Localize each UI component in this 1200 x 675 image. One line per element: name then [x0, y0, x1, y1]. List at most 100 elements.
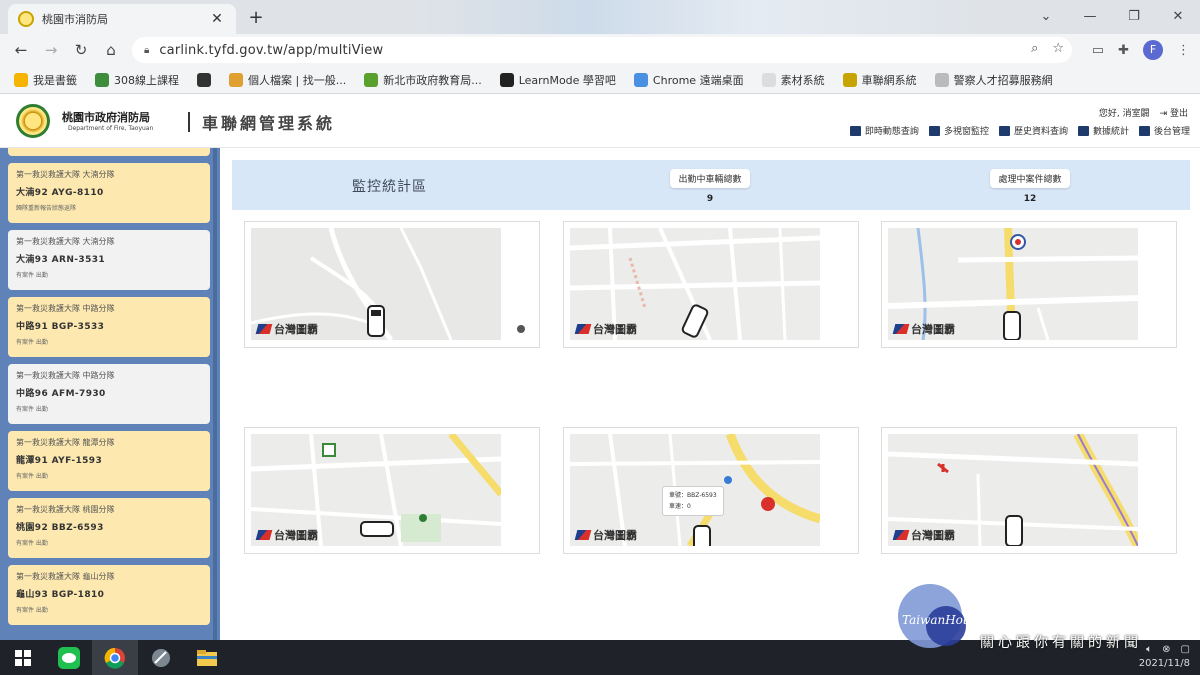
- notification-icon[interactable]: ▢: [1181, 644, 1190, 655]
- map-view-3[interactable]: 台灣圖霸: [881, 221, 1177, 348]
- tab-search-icon[interactable]: ⌄: [1024, 0, 1068, 34]
- vehicle-unit: 第一救災救護大隊 大湳分隊: [16, 170, 115, 179]
- bookmark-favicon-icon: [95, 72, 109, 87]
- stat-dispatched-value: 9: [706, 194, 714, 204]
- vehicle-unit: 第一救災救護大隊 大湳分隊: [16, 237, 115, 246]
- vehicle-status: 有案件 出勤: [16, 272, 48, 279]
- map-view-5[interactable]: 車號：BBZ-6593 車速：0 台灣圖霸: [563, 427, 859, 554]
- vehicle-plate: 中路96 AFM-7930: [16, 389, 106, 399]
- bookmark-item[interactable]: [197, 72, 211, 87]
- sidebar-scrollbar[interactable]: [213, 148, 217, 640]
- back-icon[interactable]: ←: [6, 41, 36, 59]
- bookmark-favicon-icon: [499, 72, 514, 87]
- bookmark-item[interactable]: Chrome 遠端桌面: [633, 72, 744, 88]
- vehicle-card[interactable]: 第一救災救護大隊 大湳分隊 大湳93 ARN-3531 有案件 出勤: [8, 230, 210, 290]
- bookmark-favicon-icon: [197, 72, 211, 87]
- bookmark-label: 素材系統: [780, 73, 825, 87]
- bookmark-item[interactable]: 素材系統: [761, 72, 825, 88]
- network-icon[interactable]: ⊗: [1162, 644, 1170, 655]
- map-brand-label: 台灣圖霸: [593, 323, 637, 336]
- taskbar-file-explorer[interactable]: [184, 640, 230, 675]
- vehicle-card[interactable]: 第一救災救護大隊 龍潭分隊 龍潭91 AYF-1593 有案件 出勤: [8, 431, 210, 491]
- map-brand: 台灣圖霸: [892, 321, 955, 337]
- vehicle-card[interactable]: 第一救災救護大隊 中路分隊 中路96 AFM-7930 有案件 出勤: [8, 364, 210, 424]
- home-icon[interactable]: ⌂: [96, 41, 126, 59]
- start-button[interactable]: [0, 640, 46, 675]
- bookmark-item[interactable]: LearnMode 學習吧: [499, 72, 616, 88]
- brand-logo-icon: [574, 530, 592, 540]
- vehicle-card[interactable]: 第一救災救護大隊 大湳分隊 大湳92 AYG-8110 歸隊重新報告狀態返隊: [8, 163, 210, 223]
- taskbar-chrome-app[interactable]: [92, 640, 138, 675]
- menu-item-2[interactable]: 多視窗監控: [928, 124, 989, 137]
- menu-item-4[interactable]: 數據統計: [1077, 124, 1129, 137]
- cast-icon[interactable]: ▭: [1092, 43, 1104, 58]
- reload-icon[interactable]: ↻: [66, 41, 96, 59]
- close-window-button[interactable]: ✕: [1156, 0, 1200, 34]
- vehicle-status: 歸隊重新報告狀態返隊: [16, 205, 77, 212]
- bookmark-item[interactable]: 個人檔案 | 找一般...: [229, 72, 346, 88]
- new-tab-button[interactable]: +: [244, 7, 268, 29]
- lock-icon[interactable]: 🔒︎: [144, 45, 149, 56]
- browser-tab[interactable]: 桃園市消防局 ✕: [8, 4, 236, 34]
- bookmark-item[interactable]: 308線上課程: [95, 72, 179, 88]
- vehicle-status: 有案件 出勤: [16, 607, 48, 614]
- bookmark-item[interactable]: 警察人才招募服務網: [934, 72, 1053, 88]
- vehicle-card-partial[interactable]: [8, 148, 210, 156]
- vehicle-info-popup[interactable]: 車號：BBZ-6593 車速：0: [662, 486, 724, 516]
- system-title: 車聯網管理系統: [202, 114, 336, 133]
- menu-item-1[interactable]: 即時動態查詢: [849, 124, 919, 137]
- vehicle-plate: 龍潭91 AYF-1593: [16, 456, 103, 466]
- extensions-icon[interactable]: ✚: [1118, 43, 1129, 58]
- info-icon[interactable]: [517, 325, 525, 333]
- map-view-6[interactable]: 台灣圖霸: [881, 427, 1177, 554]
- map-brand: 台灣圖霸: [574, 321, 637, 337]
- poi-marker-icon: [724, 476, 732, 484]
- bookmark-label: 警察人才招募服務網: [953, 73, 1053, 87]
- maximize-button[interactable]: ❐: [1112, 0, 1156, 34]
- map-view-4[interactable]: 台灣圖霸: [244, 427, 540, 554]
- zoom-icon[interactable]: ⌕: [1031, 41, 1038, 56]
- bookmark-favicon-icon: [842, 72, 857, 87]
- map-view-2[interactable]: 台灣圖霸: [563, 221, 859, 348]
- bookmark-star-icon[interactable]: ☆: [1052, 41, 1064, 56]
- forward-icon[interactable]: →: [36, 41, 66, 59]
- bookmark-item[interactable]: 車聯網系統: [842, 72, 917, 88]
- map-brand: 台灣圖霸: [892, 527, 955, 543]
- menu-item-label: 後台管理: [1153, 127, 1190, 137]
- menu-item-3[interactable]: 歷史資料查詢: [998, 124, 1068, 137]
- brand-logo-icon: [255, 530, 273, 540]
- vehicle-list-sidebar[interactable]: 第一救災救護大隊 大湳分隊 大湳92 AYG-8110 歸隊重新報告狀態返隊 第一救災…: [0, 148, 220, 640]
- user-greeting: 您好, 消室闢: [1098, 109, 1150, 119]
- menu-item-label: 歷史資料查詢: [1013, 127, 1068, 137]
- profile-avatar[interactable]: F: [1143, 40, 1163, 60]
- tab-close-icon[interactable]: ✕: [208, 11, 226, 27]
- user-area: 您好, 消室闢 ⇥ 登出: [1099, 106, 1188, 119]
- menu-item-5[interactable]: 後台管理: [1138, 124, 1190, 137]
- favicon-icon: [18, 11, 34, 27]
- monitor-icon: [928, 125, 940, 136]
- map-view-1[interactable]: 台灣圖霸: [244, 221, 540, 348]
- org-name: 桃園市政府消防局: [62, 111, 150, 124]
- vehicle-marker-icon[interactable]: [1005, 515, 1023, 546]
- browser-menu-icon[interactable]: ⋮: [1177, 43, 1190, 58]
- vehicle-marker-icon[interactable]: [1003, 311, 1021, 340]
- vehicle-marker-icon[interactable]: [360, 521, 394, 537]
- vehicle-card[interactable]: 第一救災救護大隊 龜山分隊 龜山93 BGP-1810 有案件 出勤: [8, 565, 210, 625]
- vehicle-card[interactable]: 第一救災救護大隊 桃園分隊 桃園92 BBZ-6593 有案件 出勤: [8, 498, 210, 558]
- minimize-button[interactable]: —: [1068, 0, 1112, 34]
- bookmark-item[interactable]: 我是書籤: [14, 72, 77, 88]
- vehicle-card[interactable]: 第一救災救護大隊 中路分隊 中路91 BGP-3533 有案件 出勤: [8, 297, 210, 357]
- vehicle-plate: 龜山93 BGP-1810: [16, 590, 105, 600]
- vehicle-marker-icon[interactable]: [693, 525, 711, 546]
- address-bar[interactable]: 🔒︎ carlink.tyfd.gov.tw/app/multiView ⌕ ☆: [132, 37, 1072, 63]
- taskbar-app-3[interactable]: [138, 640, 184, 675]
- bookmark-item[interactable]: 新北市政府教育局...: [364, 72, 482, 88]
- vehicle-status: 有案件 出勤: [16, 540, 48, 547]
- volume-icon[interactable]: 🔈︎: [1146, 644, 1152, 655]
- brand-logo-icon: [574, 324, 592, 334]
- logout-link[interactable]: ⇥ 登出: [1160, 106, 1188, 119]
- popup-speed: 車速：0: [669, 503, 691, 510]
- taskbar-line-app[interactable]: [46, 640, 92, 675]
- vehicle-plate: 大湳93 ARN-3531: [16, 255, 106, 265]
- org-name-english: Department of Fire, Taoyuan: [68, 125, 154, 132]
